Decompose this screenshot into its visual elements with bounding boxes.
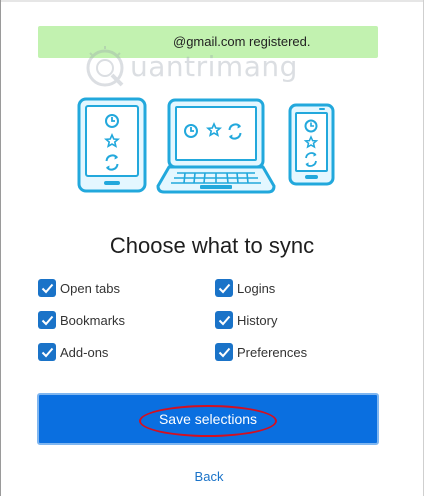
sync-title: Choose what to sync (109, 233, 315, 258)
option-add-ons[interactable]: Add-ons (38, 342, 108, 362)
history-label: History (237, 312, 278, 328)
option-history[interactable]: History (215, 310, 277, 330)
checkmark-icon (218, 283, 230, 293)
option-logins[interactable]: Logins (215, 278, 275, 298)
devices-illustration (77, 97, 335, 194)
bookmarks-label: Bookmarks (60, 312, 126, 328)
checkmark-icon (41, 347, 53, 357)
add-ons-label: Add-ons (60, 344, 109, 360)
checkmark-icon (218, 315, 230, 325)
tablet-illustration (77, 97, 147, 193)
checkmark-icon (218, 347, 230, 357)
laptop-illustration (156, 98, 276, 194)
highlight-ellipse-annotation (139, 405, 277, 437)
open-tabs-label: Open tabs (60, 280, 120, 296)
option-preferences[interactable]: Preferences (215, 342, 307, 362)
add-ons-checkbox[interactable] (38, 343, 56, 361)
history-checkbox[interactable] (215, 311, 233, 329)
back-link[interactable]: Back (0, 469, 418, 484)
bookmarks-checkbox[interactable] (38, 311, 56, 329)
phone-illustration (288, 103, 335, 186)
logins-label: Logins (237, 280, 276, 296)
option-bookmarks[interactable]: Bookmarks (38, 310, 125, 330)
logins-checkbox[interactable] (215, 279, 233, 297)
option-open-tabs[interactable]: Open tabs (38, 278, 120, 298)
preferences-label: Preferences (237, 344, 308, 360)
checkmark-icon (41, 283, 53, 293)
open-tabs-checkbox[interactable] (38, 279, 56, 297)
preferences-checkbox[interactable] (215, 343, 233, 361)
checkmark-icon (41, 315, 53, 325)
